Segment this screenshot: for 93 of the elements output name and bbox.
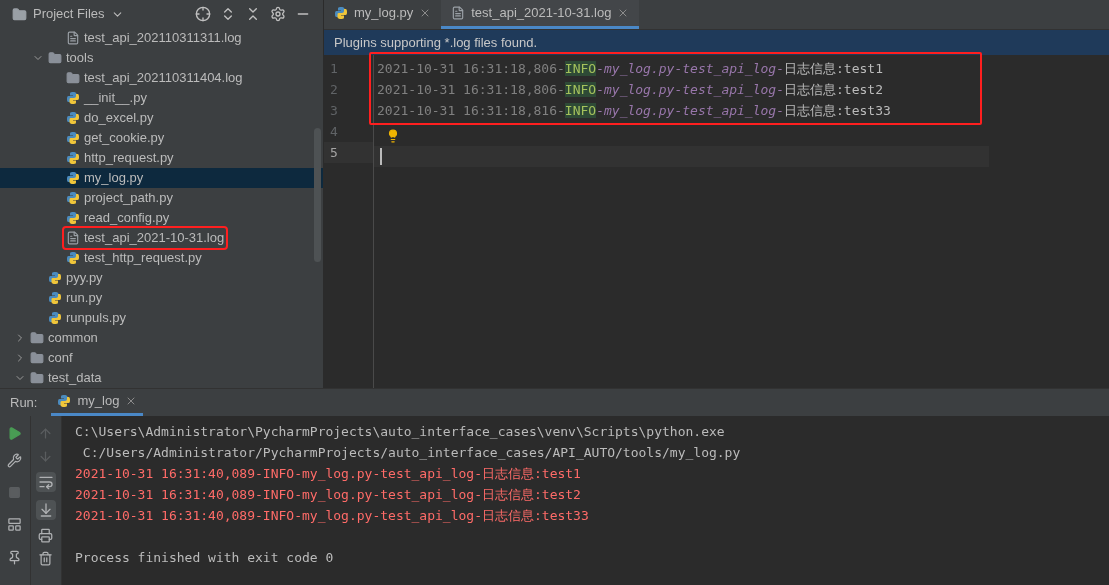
- tree-item[interactable]: __init__.py: [0, 88, 323, 108]
- tree-item[interactable]: run.py: [0, 288, 323, 308]
- file-name: http_request.py: [84, 149, 174, 168]
- python-file-icon: [66, 111, 80, 125]
- editor-tab[interactable]: my_log.py: [324, 0, 442, 29]
- tab-label: my_log.py: [354, 3, 414, 22]
- python-file-icon: [57, 394, 72, 408]
- python-file-icon: [66, 131, 80, 145]
- python-file-icon: [66, 251, 80, 265]
- folder-icon: [48, 51, 62, 65]
- file-name: conf: [48, 349, 73, 368]
- wrench-icon[interactable]: [7, 453, 23, 468]
- tree-item[interactable]: tools: [0, 48, 323, 68]
- folder-icon: [30, 351, 44, 365]
- file-name: my_log.py: [84, 169, 144, 188]
- tree-item[interactable]: test_data: [0, 368, 323, 388]
- pin-icon[interactable]: [7, 550, 23, 565]
- soft-wrap-icon[interactable]: [35, 472, 56, 492]
- file-name: do_excel.py: [84, 109, 154, 128]
- python-file-icon: [334, 5, 348, 20]
- python-file-icon: [66, 191, 80, 205]
- console-line: 2021-10-31 16:31:40,089-INFO-my_log.py-test_api_log-日志信息:test1: [75, 465, 582, 483]
- editor-tab[interactable]: test_api_2021-10-31.log: [441, 0, 640, 29]
- line-number: 5: [324, 142, 373, 163]
- file-name: test_api_202110311404.log: [84, 69, 243, 88]
- file-name: runpuls.py: [66, 309, 126, 328]
- scroll-to-end-icon[interactable]: [35, 500, 56, 520]
- tree-item[interactable]: conf: [0, 348, 323, 368]
- log-line: 2021-10-31 16:31:18,816-INFO-my_log.py-test_api_log-日志信息:test33: [377, 101, 891, 120]
- tree-item[interactable]: test_api_2021-10-31.log: [0, 228, 323, 248]
- file-name: project_path.py: [84, 189, 173, 208]
- folder-icon: [30, 331, 44, 345]
- file-name: get_cookie.py: [84, 129, 165, 148]
- file-name: test_http_request.py: [84, 249, 202, 268]
- file-name: read_config.py: [84, 209, 170, 228]
- tree-item[interactable]: common: [0, 328, 323, 348]
- text-file-icon: [66, 231, 80, 245]
- file-name: test_data: [48, 369, 102, 388]
- tree-item[interactable]: test_api_202110311311.log: [0, 28, 323, 48]
- folder-icon: [12, 6, 27, 22]
- tree-item[interactable]: pyy.py: [0, 268, 323, 288]
- file-name: pyy.py: [66, 269, 103, 288]
- file-name: __init__.py: [84, 89, 147, 108]
- file-name: test_api_2021-10-31.log: [84, 229, 225, 248]
- tree-item[interactable]: test_api_202110311404.log: [0, 68, 323, 88]
- python-file-icon: [66, 211, 80, 225]
- python-file-icon: [66, 171, 80, 185]
- line-number: 1: [329, 59, 339, 78]
- run-icon[interactable]: [7, 426, 23, 441]
- trash-icon[interactable]: [38, 551, 54, 566]
- log-line: 2021-10-31 16:31:18,806-INFO-my_log.py-test_api_log-日志信息:test2: [377, 80, 883, 99]
- text-cursor: [380, 148, 382, 165]
- print-icon[interactable]: [38, 528, 54, 543]
- file-name: run.py: [66, 289, 103, 308]
- notification-banner: Plugins supporting *.log files found.: [324, 30, 1109, 55]
- tree-item[interactable]: get_cookie.py: [0, 128, 323, 148]
- tree-item[interactable]: read_config.py: [0, 208, 323, 228]
- tree-item[interactable]: http_request.py: [0, 148, 323, 168]
- python-file-icon: [66, 91, 80, 105]
- tab-label: test_api_2021-10-31.log: [471, 3, 612, 22]
- console-line: Process finished with exit code 0: [75, 549, 335, 567]
- tree-item[interactable]: project_path.py: [0, 188, 323, 208]
- lightbulb-icon[interactable]: [386, 128, 400, 143]
- python-file-icon: [66, 151, 80, 165]
- console-line: C:/Users/Administrator/PycharmProjects/auto_interface_cases/API_AUTO/tools/my_log.py: [81, 444, 742, 462]
- text-file-icon: [66, 31, 80, 45]
- view-selector[interactable]: Project Files: [33, 4, 124, 24]
- scrollbar[interactable]: [314, 128, 321, 262]
- locate-icon[interactable]: [195, 6, 211, 22]
- tree-item[interactable]: do_excel.py: [0, 108, 323, 128]
- tree-item[interactable]: my_log.py: [0, 168, 323, 188]
- line-number: 2: [329, 80, 339, 99]
- console-line: 2021-10-31 16:31:40,089-INFO-my_log.py-test_api_log-日志信息:test33: [75, 507, 590, 525]
- line-number: 4: [329, 122, 339, 141]
- log-line: 2021-10-31 16:31:18,806-INFO-my_log.py-test_api_log-日志信息:test1: [377, 59, 883, 78]
- layout-icon[interactable]: [7, 517, 23, 532]
- settings-icon[interactable]: [270, 6, 286, 22]
- run-tab[interactable]: my_log: [51, 389, 144, 416]
- folder-icon: [66, 71, 80, 85]
- file-name: common: [48, 329, 98, 348]
- panel-label: Run:: [10, 393, 38, 412]
- console-line: C:\Users\Administrator\PycharmProjects\auto_interface_cases\venv\Scripts\python.exe: [75, 423, 726, 441]
- line-number: 3: [329, 101, 339, 120]
- console-line: 2021-10-31 16:31:40,089-INFO-my_log.py-test_api_log-日志信息:test2: [75, 486, 582, 504]
- python-file-icon: [48, 271, 62, 285]
- python-file-icon: [48, 311, 62, 325]
- file-name: tools: [66, 49, 94, 68]
- file-name: test_api_202110311311.log: [84, 29, 242, 48]
- python-file-icon: [48, 291, 62, 305]
- text-file-icon: [451, 5, 466, 20]
- folder-icon: [30, 371, 44, 385]
- tree-item[interactable]: test_http_request.py: [0, 248, 323, 268]
- tree-item[interactable]: runpuls.py: [0, 308, 323, 328]
